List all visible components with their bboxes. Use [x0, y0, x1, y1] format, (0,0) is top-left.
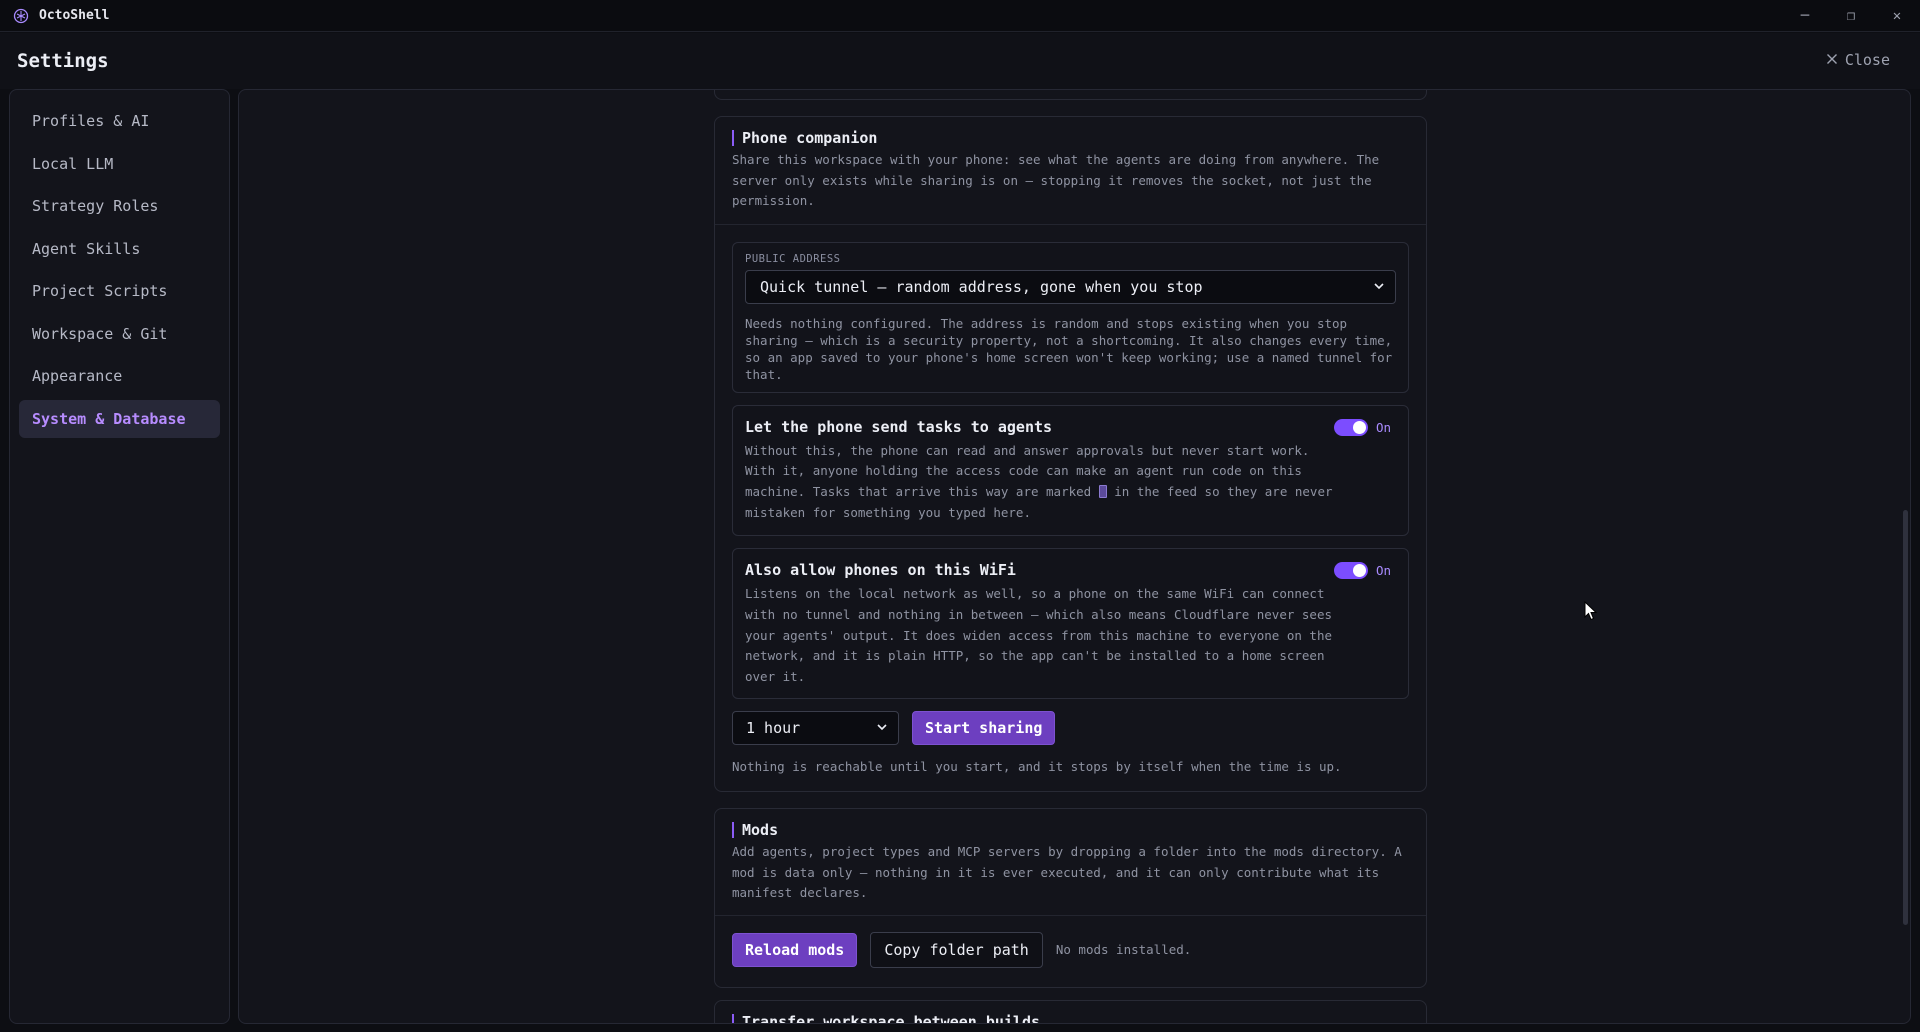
- close-settings-button[interactable]: Close: [1826, 51, 1890, 69]
- sidebar-item-strategy-roles[interactable]: Strategy Roles: [19, 187, 220, 225]
- section-title: Mods: [732, 822, 1409, 838]
- public-address-select[interactable]: Quick tunnel — random address, gone when…: [745, 269, 1396, 304]
- select-value: 1 hour: [746, 718, 801, 737]
- copy-folder-path-button[interactable]: Copy folder path: [870, 931, 1043, 968]
- mods-actions: Reload mods Copy folder path No mods ins…: [732, 931, 1409, 968]
- close-icon: [1826, 51, 1838, 69]
- content-scrollbar[interactable]: [1903, 510, 1908, 925]
- duration-select[interactable]: 1 hour: [732, 710, 899, 745]
- select-value: Quick tunnel — random address, gone when…: [760, 277, 1203, 296]
- divider: [715, 223, 1426, 225]
- sharing-footnote: Nothing is reachable until you start, an…: [732, 758, 1342, 774]
- sidebar-item-profiles-ai[interactable]: Profiles & AI: [19, 102, 220, 140]
- toggle-state: On: [1375, 419, 1391, 435]
- mods-section: Mods Add agents, project types and MCP s…: [714, 808, 1427, 988]
- setting-title: Also allow phones on this WiFi: [745, 561, 1016, 580]
- section-title: Transfer workspace between builds: [732, 1014, 1409, 1023]
- restore-button[interactable]: ❐: [1828, 0, 1874, 32]
- phone-companion-section: Phone companion Share this workspace wit…: [714, 116, 1427, 792]
- sidebar-item-agent-skills[interactable]: Agent Skills: [19, 230, 220, 268]
- settings-sidebar: Profiles & AI Local LLM Strategy Roles A…: [9, 89, 230, 1024]
- chevron-down-icon: [1372, 279, 1386, 293]
- transfer-section: Transfer workspace between builds: [714, 1000, 1427, 1023]
- divider: [715, 914, 1426, 916]
- minimize-button[interactable]: ─: [1782, 0, 1828, 32]
- mods-status: No mods installed.: [1055, 942, 1192, 957]
- toggle-knob: [1352, 564, 1366, 578]
- sidebar-item-system-database[interactable]: System & Database: [19, 399, 220, 438]
- section-description: Share this workspace with your phone: se…: [732, 152, 1380, 208]
- close-label: Close: [1844, 51, 1890, 69]
- field-label: PUBLIC ADDRESS: [745, 252, 841, 265]
- chevron-down-icon: [875, 720, 889, 734]
- app-name: OctoShell: [39, 8, 110, 23]
- send-tasks-toggle[interactable]: [1333, 418, 1368, 436]
- setting-title: Let the phone send tasks to agents: [745, 417, 1053, 436]
- page-title: Settings: [17, 50, 109, 72]
- section-description: Add agents, project types and MCP server…: [732, 844, 1402, 900]
- start-sharing-button[interactable]: Start sharing: [912, 710, 1056, 745]
- reload-mods-button[interactable]: Reload mods: [732, 932, 858, 967]
- window-controls: ─ ❐ ✕: [1782, 0, 1920, 32]
- app-logo-icon: [13, 8, 29, 24]
- toggle-knob: [1352, 420, 1366, 434]
- public-address-group: PUBLIC ADDRESS Quick tunnel — random add…: [732, 241, 1409, 393]
- setting-description: Without this, the phone can read and ans…: [745, 441, 1335, 524]
- sidebar-item-appearance[interactable]: Appearance: [19, 357, 220, 395]
- previous-section-card: [714, 90, 1427, 100]
- setting-description: Listens on the local network as well, so…: [745, 586, 1332, 685]
- title-bar: OctoShell ─ ❐ ✕: [0, 0, 1920, 32]
- mouse-pointer-icon: [1584, 600, 1598, 625]
- wifi-setting: Also allow phones on this WiFi Listens o…: [732, 548, 1409, 699]
- settings-content: Phone companion Share this workspace wit…: [238, 89, 1911, 1024]
- sharing-controls: 1 hour Start sharing: [732, 710, 1409, 745]
- toggle-state: On: [1375, 563, 1391, 579]
- phone-task-marker-icon: [1098, 484, 1107, 498]
- sidebar-item-workspace-git[interactable]: Workspace & Git: [19, 315, 220, 353]
- sidebar-item-local-llm[interactable]: Local LLM: [19, 145, 220, 183]
- sidebar-item-project-scripts[interactable]: Project Scripts: [19, 272, 220, 310]
- settings-header: Settings Close: [0, 33, 1920, 89]
- send-tasks-setting: Let the phone send tasks to agents Witho…: [732, 404, 1409, 537]
- window-close-button[interactable]: ✕: [1874, 0, 1920, 32]
- wifi-toggle[interactable]: [1333, 562, 1368, 580]
- address-help-text: Needs nothing configured. The address is…: [745, 315, 1393, 382]
- section-title: Phone companion: [732, 130, 1409, 146]
